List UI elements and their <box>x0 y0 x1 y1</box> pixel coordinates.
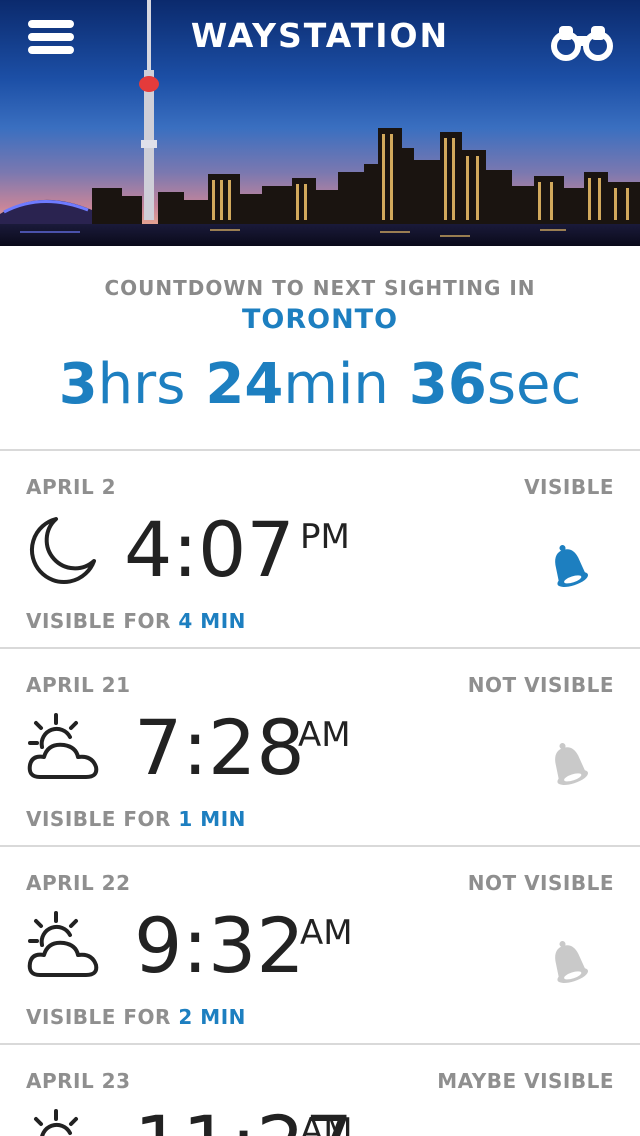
sighting-ampm: PM <box>300 517 350 557</box>
binoculars-icon <box>551 26 613 61</box>
sighting-row[interactable]: APRIL 2 VISIBLE 4:07 PM VISIBLE FOR 4 MI… <box>0 451 640 647</box>
bell-icon[interactable] <box>545 939 593 989</box>
countdown-panel: COUNTDOWN TO NEXT SIGHTING IN TORONTO 3h… <box>0 246 640 450</box>
partly-cloudy-icon <box>27 911 99 977</box>
partly-cloudy-icon <box>27 713 99 779</box>
sighting-date: APRIL 23 <box>26 1069 131 1093</box>
hamburger-menu-icon-line <box>28 33 74 41</box>
sighting-date: APRIL 21 <box>26 673 131 697</box>
bell-icon[interactable] <box>545 741 593 791</box>
visibility-status: MAYBE VISIBLE <box>437 1069 614 1093</box>
sighting-time: 7:28 <box>134 703 305 792</box>
countdown-seconds: 36 <box>408 352 487 417</box>
visible-for-label: VISIBLE FOR <box>26 1005 171 1029</box>
visibility-status: NOT VISIBLE <box>467 673 614 697</box>
sighting-row[interactable]: APRIL 23 MAYBE VISIBLE 11:27 AM <box>0 1045 640 1136</box>
sighting-ampm: AM <box>300 1111 353 1136</box>
partly-cloudy-icon <box>34 1109 78 1136</box>
hamburger-menu-icon-line <box>28 46 74 54</box>
moon-icon <box>29 517 96 584</box>
sighting-date: APRIL 2 <box>26 475 117 499</box>
sighting-row[interactable]: APRIL 21 NOT VISIBLE 7:28 AM VISIBLE FOR… <box>0 649 640 845</box>
visibility-status: NOT VISIBLE <box>467 871 614 895</box>
toronto-skyline-image <box>0 0 640 246</box>
menu-button[interactable] <box>28 20 74 56</box>
countdown-timer: 3hrs 24min 36sec <box>0 350 640 420</box>
bell-icon[interactable] <box>545 543 593 593</box>
sighting-ampm: AM <box>298 715 351 755</box>
duration-value: 4 MIN <box>178 609 246 633</box>
countdown-minutes-unit: min <box>283 352 389 417</box>
countdown-hours: 3 <box>58 352 98 417</box>
duration-value: 2 MIN <box>178 1005 246 1029</box>
visible-duration: VISIBLE FOR 4 MIN <box>26 609 246 633</box>
visible-duration: VISIBLE FOR 1 MIN <box>26 807 246 831</box>
visibility-status: VISIBLE <box>524 475 614 499</box>
sighting-date: APRIL 22 <box>26 871 131 895</box>
visible-for-label: VISIBLE FOR <box>26 609 171 633</box>
sighting-row[interactable]: APRIL 22 NOT VISIBLE 9:32 AM VISIBLE FOR… <box>0 847 640 1043</box>
countdown-hours-unit: hrs <box>97 352 186 417</box>
hamburger-menu-icon <box>28 20 74 28</box>
header-hero: WAYSTATION <box>0 0 640 246</box>
sighting-ampm: AM <box>300 913 353 953</box>
sighting-time: 9:32 <box>134 901 305 990</box>
binoculars-button[interactable] <box>551 22 613 62</box>
visible-duration: VISIBLE FOR 2 MIN <box>26 1005 246 1029</box>
countdown-city: TORONTO <box>241 304 399 335</box>
countdown-label: COUNTDOWN TO NEXT SIGHTING IN <box>104 276 536 300</box>
visible-for-label: VISIBLE FOR <box>26 807 171 831</box>
duration-value: 1 MIN <box>178 807 246 831</box>
countdown-seconds-unit: sec <box>486 352 582 417</box>
sighting-time: 4:07 <box>124 505 295 594</box>
countdown-minutes: 24 <box>205 352 284 417</box>
